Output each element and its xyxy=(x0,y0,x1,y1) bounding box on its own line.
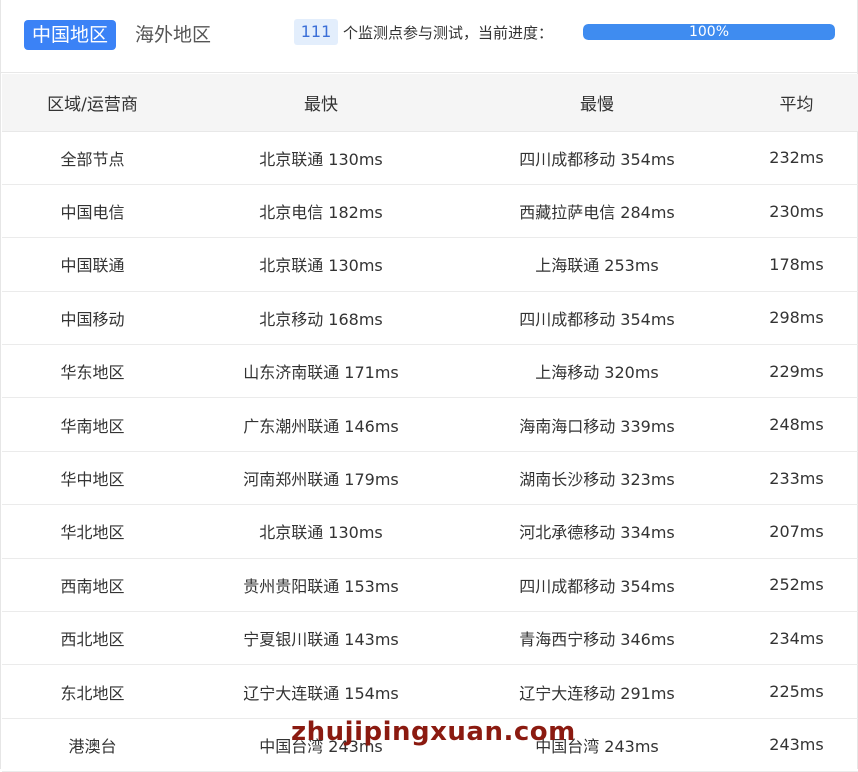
cell-slowest: 四川成都移动 354ms xyxy=(459,131,735,185)
cell-fastest: 北京电信 182ms xyxy=(183,184,459,239)
cell-region: 华南地区 xyxy=(2,397,183,452)
cell-slowest: 上海联通 253ms xyxy=(459,237,735,292)
cell-average: 178ms xyxy=(735,237,858,292)
region-toolbar: 中国地区 海外地区 111 个监测点参与测试，当前进度： 100% xyxy=(1,0,858,73)
site-watermark: zhujipingxuan.com xyxy=(291,717,576,747)
cell-fastest: 贵州贵阳联通 153ms xyxy=(183,558,459,613)
cell-region: 西北地区 xyxy=(2,611,183,666)
cell-fastest: 辽宁大连联通 154ms xyxy=(183,664,459,719)
cell-average: 233ms xyxy=(735,451,858,506)
cell-region: 港澳台 xyxy=(2,718,183,772)
table-body: 全部节点 北京联通 130ms 四川成都移动 354ms 232ms 中国电信 北京电信 … xyxy=(2,131,858,772)
header-slowest: 最慢 xyxy=(459,74,735,132)
progress-caption: 个监测点参与测试，当前进度： xyxy=(343,24,554,42)
table-row: 西南地区 贵州贵阳联通 153ms 四川成都移动 354ms 252ms xyxy=(2,558,858,613)
table-header-row: 区域/运营商 最快 最慢 平均 xyxy=(2,74,858,132)
table-row: 华南地区 广东潮州联通 146ms 海南海口移动 339ms 248ms xyxy=(2,397,858,452)
table-row: 中国移动 北京移动 168ms 四川成都移动 354ms 298ms xyxy=(2,291,858,346)
cell-region: 华东地区 xyxy=(2,344,183,399)
cell-region: 中国电信 xyxy=(2,184,183,239)
cell-slowest: 辽宁大连移动 291ms xyxy=(459,664,735,719)
cell-average: 248ms xyxy=(735,397,858,452)
cell-slowest: 河北承德移动 334ms xyxy=(459,504,735,559)
tab-overseas-region[interactable]: 海外地区 xyxy=(127,20,219,50)
latency-table: 区域/运营商 最快 最慢 平均 全部节点 北京联通 130ms 四川成都移动 354… xyxy=(2,74,858,772)
cell-average: 232ms xyxy=(735,131,858,185)
progress-label: 100% xyxy=(688,24,730,40)
cell-fastest: 北京移动 168ms xyxy=(183,291,459,346)
cell-fastest: 河南郑州联通 179ms xyxy=(183,451,459,506)
cell-slowest: 海南海口移动 339ms xyxy=(459,397,735,452)
cell-average: 243ms xyxy=(735,718,858,772)
header-average: 平均 xyxy=(735,74,858,132)
header-region-carrier: 区域/运营商 xyxy=(2,74,183,132)
cell-average: 225ms xyxy=(735,664,858,719)
table-row: 中国联通 北京联通 130ms 上海联通 253ms 178ms xyxy=(2,237,858,292)
tab-china-region[interactable]: 中国地区 xyxy=(24,20,117,50)
cell-fastest: 广东潮州联通 146ms xyxy=(183,397,459,452)
table-row: 华东地区 山东济南联通 171ms 上海移动 320ms 229ms xyxy=(2,344,858,399)
cell-average: 298ms xyxy=(735,291,858,346)
cell-fastest: 北京联通 130ms xyxy=(183,504,459,559)
cell-region: 中国移动 xyxy=(2,291,183,346)
cell-slowest: 四川成都移动 354ms xyxy=(459,291,735,346)
cell-fastest: 北京联通 130ms xyxy=(183,237,459,292)
cell-region: 全部节点 xyxy=(2,131,183,185)
table-row: 华中地区 河南郑州联通 179ms 湖南长沙移动 323ms 233ms xyxy=(2,451,858,506)
cell-fastest: 宁夏银川联通 143ms xyxy=(183,611,459,666)
cell-average: 207ms xyxy=(735,504,858,559)
cell-region: 东北地区 xyxy=(2,664,183,719)
speed-test-panel: 中国地区 海外地区 111 个监测点参与测试，当前进度： 100% 区域/运营商… xyxy=(0,0,858,772)
cell-fastest: 山东济南联通 171ms xyxy=(183,344,459,399)
cell-fastest: 北京联通 130ms xyxy=(183,131,459,185)
cell-average: 230ms xyxy=(735,184,858,239)
cell-average: 234ms xyxy=(735,611,858,666)
cell-slowest: 湖南长沙移动 323ms xyxy=(459,451,735,506)
table-row: 中国电信 北京电信 182ms 西藏拉萨电信 284ms 230ms xyxy=(2,184,858,239)
cell-slowest: 西藏拉萨电信 284ms xyxy=(459,184,735,239)
cell-region: 中国联通 xyxy=(2,237,183,292)
cell-slowest: 上海移动 320ms xyxy=(459,344,735,399)
cell-region: 西南地区 xyxy=(2,558,183,613)
cell-region: 华北地区 xyxy=(2,504,183,559)
cell-slowest: 青海西宁移动 346ms xyxy=(459,611,735,666)
cell-region: 华中地区 xyxy=(2,451,183,506)
table-row: 东北地区 辽宁大连联通 154ms 辽宁大连移动 291ms 225ms xyxy=(2,664,858,719)
table-row: 西北地区 宁夏银川联通 143ms 青海西宁移动 346ms 234ms xyxy=(2,611,858,666)
progress-bar: 100% xyxy=(583,24,835,40)
cell-average: 252ms xyxy=(735,558,858,613)
table-row: 华北地区 北京联通 130ms 河北承德移动 334ms 207ms xyxy=(2,504,858,559)
cell-slowest: 四川成都移动 354ms xyxy=(459,558,735,613)
table-row: 全部节点 北京联通 130ms 四川成都移动 354ms 232ms xyxy=(2,131,858,185)
header-fastest: 最快 xyxy=(183,74,459,132)
cell-average: 229ms xyxy=(735,344,858,399)
node-count-badge: 111 xyxy=(294,19,338,45)
